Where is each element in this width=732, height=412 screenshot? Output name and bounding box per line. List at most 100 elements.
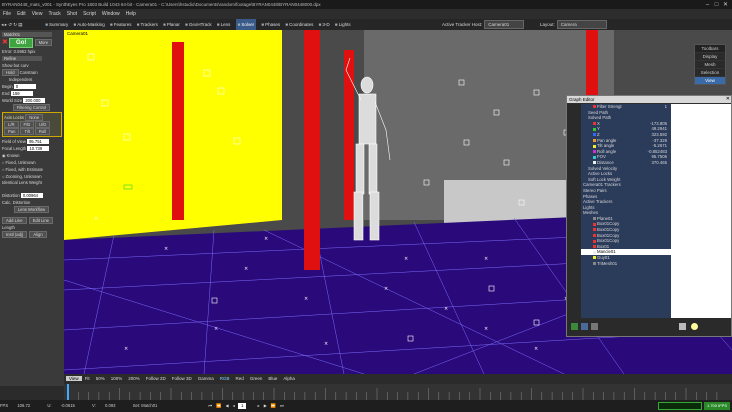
- go-button[interactable]: Go!: [9, 38, 34, 48]
- independent-checkbox[interactable]: Independent: [9, 77, 32, 82]
- step-back-icon[interactable]: ◂: [233, 403, 235, 408]
- viewport-tab-red[interactable]: Red: [233, 376, 247, 381]
- begin-field[interactable]: 0: [13, 84, 36, 89]
- menu-view[interactable]: View: [29, 11, 46, 17]
- calc-distortion-checkbox[interactable]: Calc. Distortion: [2, 200, 30, 205]
- graph-tree-node-label: FOV: [597, 154, 606, 160]
- room-lights[interactable]: ■Lights: [335, 19, 351, 30]
- graph-toolbar-icon[interactable]: [581, 323, 588, 330]
- distortion-field[interactable]: 0.00964: [20, 193, 43, 198]
- lens-known-radio[interactable]: Known: [2, 153, 19, 158]
- stop-icon[interactable]: ✖: [2, 39, 8, 46]
- lock-ud-button[interactable]: U/D: [35, 121, 51, 128]
- graph-editor-curve-area[interactable]: [671, 104, 731, 318]
- room-features[interactable]: ■Features: [110, 19, 131, 30]
- viewport-tab-follow-3d[interactable]: Follow 3D: [169, 376, 195, 381]
- lens-workflow-button[interactable]: Lens Workflow: [13, 206, 50, 213]
- align-button[interactable]: Align: [29, 231, 47, 238]
- room-auto-masking[interactable]: ■Auto-Masking: [74, 19, 105, 30]
- room-solver[interactable]: ■Solver: [235, 19, 257, 30]
- lock-lr-button[interactable]: L/R: [4, 121, 19, 128]
- channel-color-swatch: [593, 161, 596, 165]
- graph-tree-node-label: Tilt angle: [597, 143, 615, 149]
- play-icon[interactable]: ▶: [264, 403, 267, 408]
- viewport-tab-200-[interactable]: 200%: [125, 376, 143, 381]
- menu-track[interactable]: Track: [45, 11, 63, 17]
- playhead[interactable]: [67, 384, 69, 400]
- lock-fb-button[interactable]: F/B: [19, 121, 35, 128]
- axis-locks-none-button[interactable]: None: [25, 114, 44, 121]
- toolbar-mesh[interactable]: Mesh: [695, 60, 725, 68]
- layout-select[interactable]: Camera: [556, 20, 607, 29]
- viewport-camera-label: Camera01: [66, 31, 90, 36]
- lens-zooming-radio[interactable]: Zooming, Unknown: [2, 174, 42, 179]
- play-back-icon[interactable]: ◀: [226, 403, 229, 408]
- timeline-bar[interactable]: [64, 384, 732, 400]
- menu-shot[interactable]: Shot: [64, 11, 80, 17]
- last-frame-icon[interactable]: ⏭: [280, 403, 284, 408]
- menu-window[interactable]: Window: [99, 11, 123, 17]
- add-line-button[interactable]: Add Line: [2, 217, 27, 224]
- filtering-control-button[interactable]: Filtering Control: [12, 104, 51, 111]
- frame-field[interactable]: 1: [238, 403, 247, 409]
- instl-adj-button[interactable]: Instl (adj): [2, 231, 28, 238]
- menu-file[interactable]: File: [0, 11, 14, 17]
- viewport-tab-50-[interactable]: 50%: [93, 376, 108, 381]
- viewport-tab-green[interactable]: Green: [247, 376, 266, 381]
- constrain-checkbox[interactable]: Constrain: [20, 70, 38, 75]
- graph-tree-node-label: Box01Copy: [597, 238, 620, 244]
- graph-tree-node[interactable]: TriMesh01: [581, 261, 671, 267]
- fast-forward-icon[interactable]: ⏩: [271, 403, 276, 408]
- object-select[interactable]: Match01: [2, 32, 52, 37]
- end-field[interactable]: 159: [10, 91, 33, 96]
- active-tracker-host-select[interactable]: Camera01: [484, 20, 525, 29]
- lock-pan-button[interactable]: Pan: [4, 128, 20, 135]
- graph-editor-close-icon[interactable]: ✕: [726, 96, 730, 102]
- hold-button[interactable]: Hold: [2, 69, 19, 76]
- edit-line-button[interactable]: Edit Line: [28, 217, 53, 224]
- room-trackers[interactable]: ■Trackers: [137, 19, 158, 30]
- graph-editor-icon-column: [567, 104, 581, 318]
- viewport-tab-blue[interactable]: Blue: [265, 376, 280, 381]
- viewport-tab-gamma[interactable]: Gamma: [195, 376, 217, 381]
- lock-roll-button[interactable]: Roll: [34, 128, 51, 135]
- menu-help[interactable]: Help: [123, 11, 139, 17]
- lock-tilt-button[interactable]: Tilt: [20, 128, 34, 135]
- solve-mode-select[interactable]: Refine: [2, 56, 42, 61]
- viewport-tab-view[interactable]: View: [66, 376, 82, 381]
- rewind-icon[interactable]: ⏪: [216, 403, 221, 408]
- show-but-curv-checkbox[interactable]: Show but curv: [2, 63, 29, 68]
- graph-toolbar-icon[interactable]: [591, 323, 598, 330]
- more-button[interactable]: More: [34, 39, 53, 46]
- viewport-tab-100-[interactable]: 100%: [108, 376, 126, 381]
- fov-field[interactable]: 95.751: [27, 139, 50, 144]
- room-lens[interactable]: ■Lens: [217, 19, 230, 30]
- viewport-tab-rgb[interactable]: RGB: [217, 376, 233, 381]
- menu-script[interactable]: Script: [80, 11, 99, 17]
- lens-fixed-unknown-radio[interactable]: Fixed, Unknown: [2, 160, 36, 165]
- viewport-tab-fit[interactable]: Fit: [82, 376, 93, 381]
- toolbar-view[interactable]: View: [695, 76, 725, 84]
- menu-edit[interactable]: Edit: [14, 11, 29, 17]
- first-frame-icon[interactable]: ⏮: [209, 403, 213, 408]
- viewport-tab-follow-2d[interactable]: Follow 2D: [143, 376, 169, 381]
- lens-fixed-estimate-radio[interactable]: Fixed, with Estimate: [2, 167, 43, 172]
- room-coordinates[interactable]: ■Coordinates: [285, 19, 313, 30]
- graph-editor-tree[interactable]: Filter Strengt 1 Seed Path Solved Path X -173…: [581, 104, 671, 318]
- room-phases[interactable]: ■Phases: [261, 19, 280, 30]
- room-geohtrack[interactable]: ■GeoHTrack: [185, 19, 212, 30]
- graph-toolbar-icon[interactable]: [679, 323, 686, 330]
- toolbar-selection[interactable]: Selection: [695, 68, 725, 76]
- room-3d[interactable]: ■3-D: [319, 19, 330, 30]
- world-size-field[interactable]: 200.000: [23, 98, 46, 103]
- room-planar[interactable]: ■Planar: [163, 19, 180, 30]
- step-forward-icon[interactable]: ▸: [258, 403, 260, 408]
- toolbar-display[interactable]: Display: [695, 52, 725, 60]
- graph-toolbar-icon[interactable]: [571, 323, 578, 330]
- viewport-tab-alpha[interactable]: Alpha: [280, 376, 298, 381]
- svg-text:×: ×: [484, 326, 488, 332]
- room-summary[interactable]: ■Summary: [45, 19, 68, 30]
- window-title: BYRAN0448_mats_v001 - SynthEyes Pro 1803…: [2, 2, 321, 7]
- graph-toolbar-icon[interactable]: [691, 323, 698, 330]
- focal-length-field[interactable]: 10.739: [27, 146, 50, 151]
